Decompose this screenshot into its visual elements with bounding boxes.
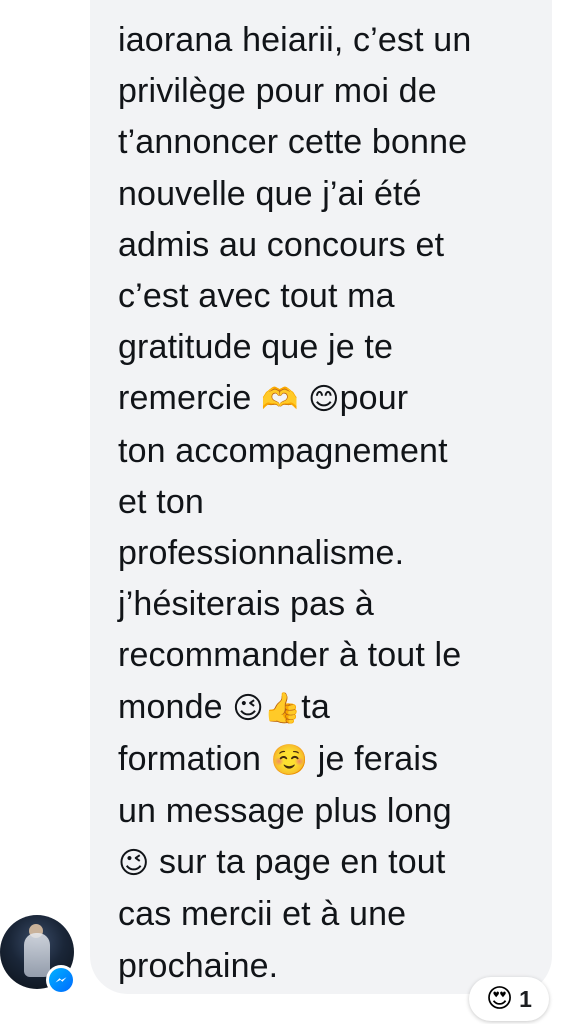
messenger-icon bbox=[49, 968, 73, 992]
message-text-segment: nouvelle que j’ai été bbox=[118, 174, 422, 213]
reaction-pill[interactable]: 😍 1 bbox=[469, 977, 549, 1021]
message-text-segment: pour bbox=[339, 379, 409, 418]
message-text-segment: prochaine. bbox=[118, 946, 279, 985]
message-text-segment: professionnalisme. bbox=[118, 534, 405, 573]
message-text-segment: monde bbox=[118, 687, 233, 726]
messenger-badge bbox=[46, 965, 76, 995]
message-line: cas mercii et à une bbox=[118, 889, 538, 940]
avatar-figure-body bbox=[24, 933, 50, 977]
message-text-segment: j’hésiterais pas à bbox=[118, 585, 374, 624]
emoji-icon: 😉 bbox=[118, 846, 150, 882]
message-line: ton accompagnement bbox=[118, 426, 538, 477]
message-line: et ton bbox=[118, 477, 538, 528]
message-text-segment: et ton bbox=[118, 482, 204, 521]
message-text-segment: admis au concours et bbox=[118, 225, 445, 264]
message-text-segment: cas mercii et à une bbox=[118, 895, 407, 934]
message-line: iaorana heiarii, c’est un bbox=[118, 15, 538, 66]
message-text-segment: c’est avec tout ma bbox=[118, 277, 395, 316]
message-line: formation ☺️ je ferais bbox=[118, 734, 538, 786]
message-text-segment: ta bbox=[301, 687, 330, 726]
message-line: privilège pour moi de bbox=[118, 66, 538, 117]
message-text: iaorana heiarii, c’est un privilège pour … bbox=[118, 15, 538, 992]
message-line: gratitude que je te bbox=[118, 322, 538, 373]
heart-eyes-emoji-icon: 😍 bbox=[486, 984, 514, 1014]
message-text-segment: recommander à tout le bbox=[118, 636, 462, 675]
emoji-icon: 👍 bbox=[263, 690, 302, 726]
message-text-segment: sur ta page en tout bbox=[149, 843, 446, 882]
message-text-segment bbox=[299, 379, 309, 417]
message-text-segment: un message plus long bbox=[118, 792, 452, 831]
message-text-segment: ton accompagnement bbox=[118, 431, 448, 470]
emoji-icon: 😊 bbox=[308, 382, 340, 418]
message-line: professionnalisme. bbox=[118, 528, 538, 579]
message-line: t’annoncer cette bonne bbox=[118, 117, 538, 168]
message-text-segment: t’annoncer cette bonne bbox=[118, 123, 468, 162]
emoji-icon: 🫶 bbox=[261, 382, 299, 418]
message-text-segment: je ferais bbox=[308, 739, 439, 778]
message-line: j’hésiterais pas à bbox=[118, 579, 538, 630]
message-line: nouvelle que j’ai été bbox=[118, 169, 538, 220]
message-line: monde 😉👍ta bbox=[118, 682, 538, 734]
message-text-segment: iaorana heiarii, c’est un bbox=[118, 21, 472, 59]
messenger-bolt-icon bbox=[55, 977, 67, 983]
message-text-segment: formation bbox=[118, 739, 271, 778]
message-text-segment: privilège pour moi de bbox=[118, 72, 437, 111]
message-text-segment: remercie bbox=[118, 379, 262, 418]
emoji-icon: ☺️ bbox=[270, 742, 309, 778]
message-line: remercie 🫶 😊pour bbox=[118, 373, 538, 425]
emoji-icon: 😉 bbox=[232, 690, 264, 726]
message-line: admis au concours et bbox=[118, 220, 538, 271]
message-line: c’est avec tout ma bbox=[118, 271, 538, 322]
message-line: recommander à tout le bbox=[118, 630, 538, 681]
message-line: 😉 sur ta page en tout bbox=[118, 837, 538, 889]
reaction-count: 1 bbox=[519, 985, 532, 1012]
message-text-segment: gratitude que je te bbox=[118, 328, 394, 367]
message-line: un message plus long bbox=[118, 786, 538, 837]
chat-screen: iaorana heiarii, c’est un privilège pour … bbox=[0, 0, 569, 1024]
